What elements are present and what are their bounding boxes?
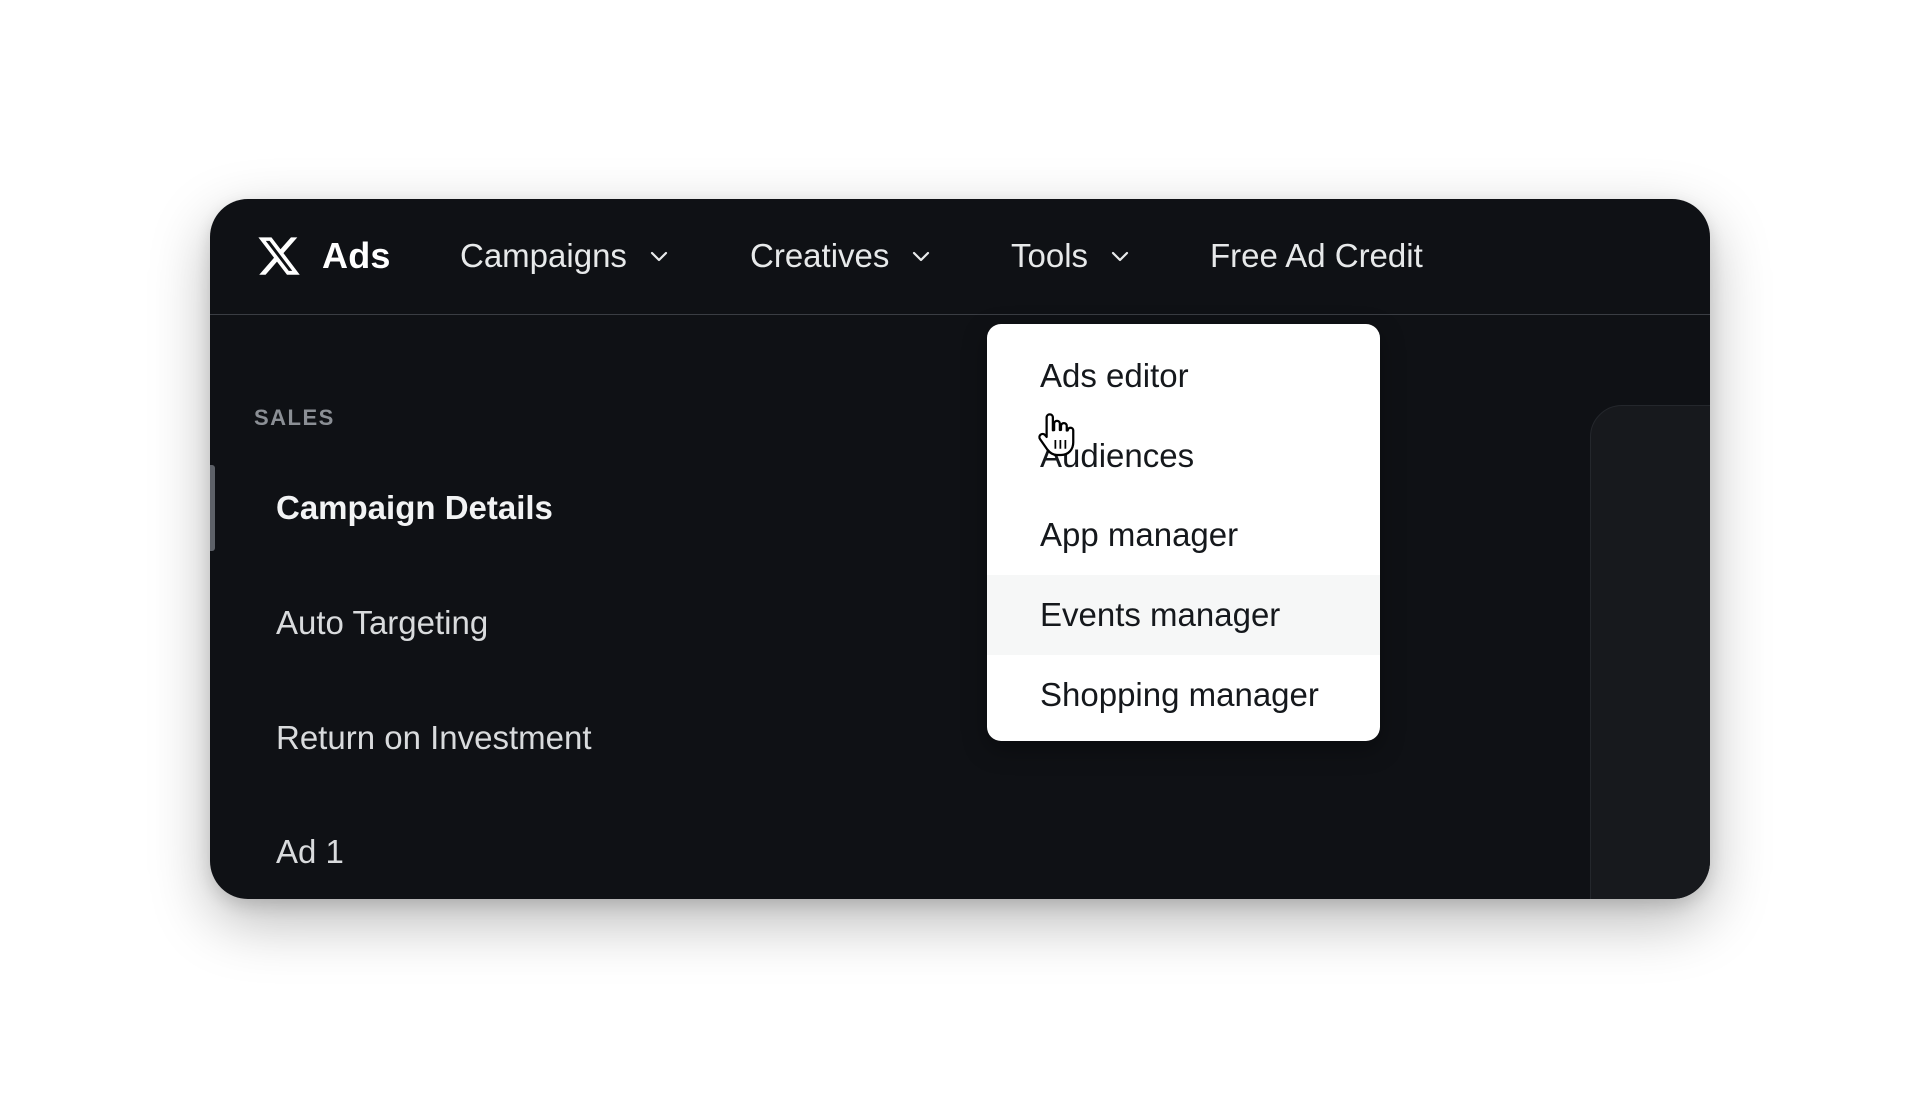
nav-creatives[interactable]: Creatives — [750, 226, 933, 286]
menu-item-audiences[interactable]: Audiences — [987, 416, 1380, 496]
sidebar-item-return-on-investment[interactable]: Return on Investment — [276, 719, 592, 757]
nav-campaigns-label: Campaigns — [460, 237, 627, 274]
sidebar: SALES Campaign Details Auto Targeting Re… — [210, 315, 850, 899]
active-indicator — [210, 465, 215, 551]
chevron-down-icon — [650, 251, 668, 262]
menu-item-events-manager[interactable]: Events manager — [987, 575, 1380, 655]
x-logo-icon — [258, 237, 300, 275]
nav-campaigns[interactable]: Campaigns — [460, 226, 671, 286]
nav-creatives-label: Creatives — [750, 237, 890, 274]
menu-item-app-manager[interactable]: App manager — [987, 495, 1380, 575]
sidebar-item-ad-1[interactable]: Ad 1 — [276, 833, 344, 871]
nav-free-ad-credit[interactable]: Free Ad Credit — [1210, 226, 1423, 286]
brand[interactable]: Ads — [256, 226, 391, 286]
chevron-down-icon — [1111, 251, 1129, 262]
menu-item-shopping-manager[interactable]: Shopping manager — [987, 655, 1380, 735]
preview-panel — [1590, 405, 1710, 899]
tools-dropdown-menu: Ads editor Audiences App manager Events … — [987, 324, 1380, 741]
nav-tools-label: Tools — [1011, 237, 1089, 274]
nav-tools[interactable]: Tools — [1011, 226, 1132, 286]
sidebar-item-auto-targeting[interactable]: Auto Targeting — [276, 604, 488, 642]
menu-item-ads-editor[interactable]: Ads editor — [987, 336, 1380, 416]
top-nav: Ads Campaigns Creatives Tools Free Ad Cr… — [210, 199, 1710, 315]
nav-free-ad-credit-label: Free Ad Credit — [1210, 237, 1423, 274]
brand-label: Ads — [322, 235, 391, 276]
app-window: Ads Campaigns Creatives Tools Free Ad Cr… — [210, 199, 1710, 899]
chevron-down-icon — [913, 251, 930, 262]
sidebar-item-campaign-details[interactable]: Campaign Details — [276, 489, 553, 527]
sidebar-section-label: SALES — [254, 405, 335, 430]
